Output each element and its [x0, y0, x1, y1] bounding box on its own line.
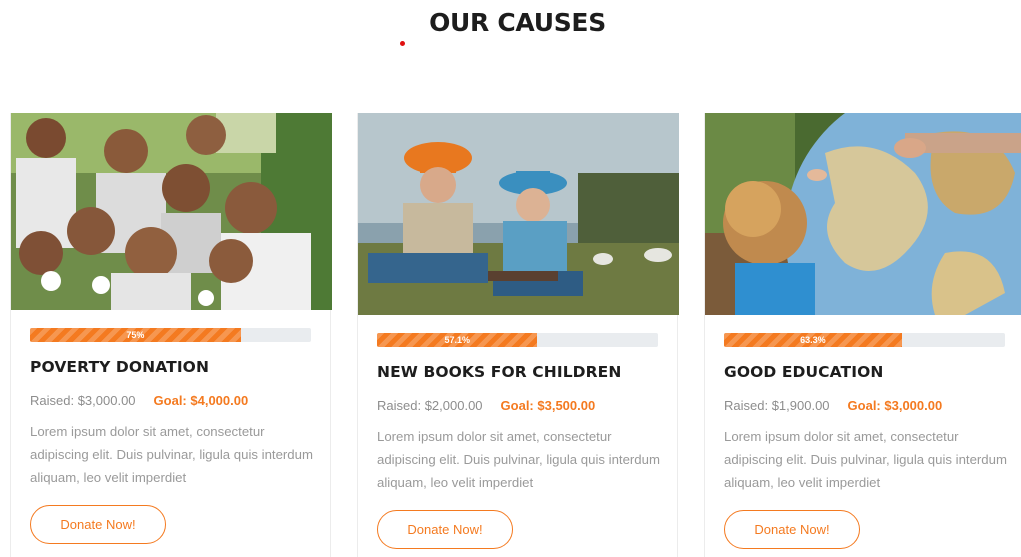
goal-amount: Goal: $4,000.00	[153, 393, 249, 408]
donate-now-button[interactable]: Donate Now!	[30, 505, 166, 544]
amounts: Raised: $1,900.00 Goal: $3,000.00	[724, 398, 1005, 413]
donation-progress-bar: 63.3%	[724, 333, 1005, 347]
progress-label: 57.1%	[444, 335, 470, 345]
cause-title[interactable]: POVERTY DONATION	[30, 358, 311, 376]
progress-label: 63.3%	[800, 335, 826, 345]
progress-label: 75%	[126, 330, 145, 340]
cause-description: Lorem ipsum dolor sit amet, consectetur …	[724, 429, 1007, 490]
cause-image[interactable]	[358, 113, 679, 315]
amounts: Raised: $3,000.00 Goal: $4,000.00	[30, 393, 311, 408]
raised-amount: Raised: $1,900.00	[724, 398, 830, 413]
donation-progress-bar: 75%	[30, 328, 311, 342]
cause-card: 75% POVERTY DONATION Raised: $3,000.00 G…	[10, 113, 332, 557]
donation-progress-bar: 57.1%	[377, 333, 658, 347]
raised-amount: Raised: $2,000.00	[377, 398, 483, 413]
cause-title[interactable]: NEW BOOKS FOR CHILDREN	[377, 363, 658, 381]
cause-image[interactable]	[705, 113, 1021, 315]
cause-description: Lorem ipsum dolor sit amet, consectetur …	[30, 424, 313, 485]
cause-card: 63.3% GOOD EDUCATION Raised: $1,900.00 G…	[704, 113, 1021, 557]
goal-amount: Goal: $3,500.00	[500, 398, 596, 413]
raised-amount: Raised: $3,000.00	[30, 393, 136, 408]
cause-title[interactable]: GOOD EDUCATION	[724, 363, 1005, 381]
title-accent-dot	[400, 41, 405, 46]
cause-card: 57.1% NEW BOOKS FOR CHILDREN Raised: $2,…	[357, 113, 679, 557]
cause-description: Lorem ipsum dolor sit amet, consectetur …	[377, 429, 660, 490]
donate-now-button[interactable]: Donate Now!	[377, 510, 513, 549]
donate-now-button[interactable]: Donate Now!	[724, 510, 860, 549]
cause-image[interactable]	[11, 113, 332, 310]
section-title: OUR CAUSES	[429, 8, 606, 37]
goal-amount: Goal: $3,000.00	[847, 398, 943, 413]
amounts: Raised: $2,000.00 Goal: $3,500.00	[377, 398, 658, 413]
